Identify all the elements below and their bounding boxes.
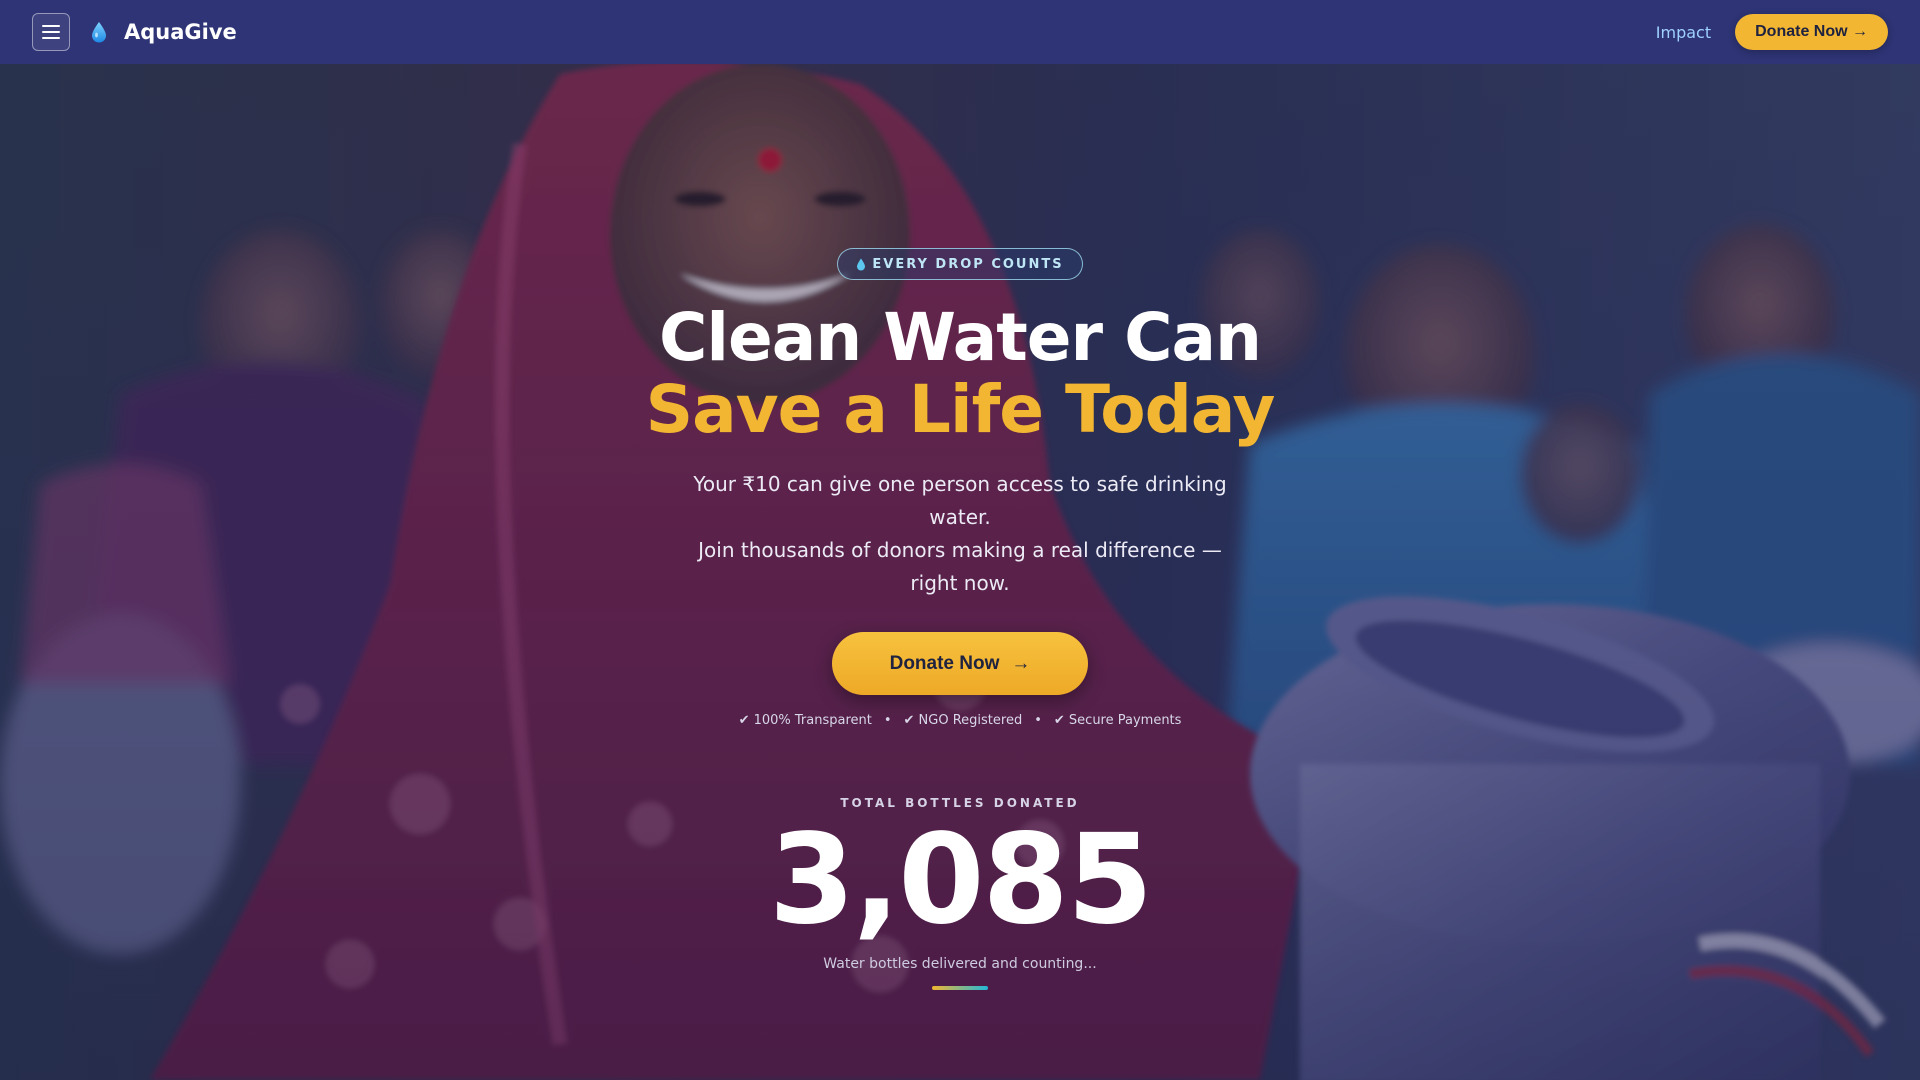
separator-dot: •: [1034, 713, 1042, 728]
tag-label: EVERY DROP COUNTS: [872, 256, 1064, 272]
hero-subtext: Your ₹10 can give one person access to s…: [680, 468, 1240, 600]
headline-line-1: Clean Water Can: [658, 299, 1262, 376]
water-drop-icon: [857, 258, 866, 270]
tag-pill: EVERY DROP COUNTS: [837, 248, 1083, 280]
top-navbar: AquaGive Impact Donate Now →: [0, 0, 1920, 64]
menu-line: [42, 25, 60, 27]
headline-line-2: Save a Life Today: [645, 371, 1276, 448]
brand-name: AquaGive: [124, 20, 237, 44]
subtext-line-2: Join thousands of donors making a real d…: [698, 538, 1222, 595]
nav-links: Impact Donate Now →: [1656, 14, 1888, 50]
donate-now-button[interactable]: Donate Now →: [832, 632, 1088, 695]
brand-logo[interactable]: AquaGive: [90, 20, 237, 44]
cta-label: Donate Now: [889, 652, 1000, 674]
nav-link-impact[interactable]: Impact: [1656, 23, 1711, 42]
trust-item-transparent: ✔ 100% Transparent: [738, 713, 872, 728]
stat-counter: 3,085: [768, 808, 1153, 952]
hamburger-menu-icon[interactable]: [32, 13, 70, 51]
arrow-right-icon: →: [1011, 652, 1031, 674]
trust-item-ngo: ✔ NGO Registered: [903, 713, 1023, 728]
menu-line: [42, 37, 60, 39]
accent-divider: [932, 986, 988, 990]
trust-item-secure: ✔ Secure Payments: [1053, 713, 1182, 728]
subtext-line-1: Your ₹10 can give one person access to s…: [693, 472, 1227, 529]
separator-dot: •: [883, 713, 892, 728]
menu-line: [42, 31, 60, 33]
hero-headline: Clean Water Can Save a Life Today: [645, 299, 1276, 448]
water-drop-icon: [92, 22, 106, 43]
hero-content: EVERY DROP COUNTS Clean Water Can Save a…: [0, 64, 1920, 990]
trust-badges: ✔ 100% Transparent • ✔ NGO Registered • …: [739, 713, 1182, 728]
hero-section: EVERY DROP COUNTS Clean Water Can Save a…: [0, 64, 1920, 1080]
stat-caption: Water bottles delivered and counting...: [823, 956, 1097, 972]
nav-donate-button[interactable]: Donate Now →: [1735, 14, 1888, 50]
